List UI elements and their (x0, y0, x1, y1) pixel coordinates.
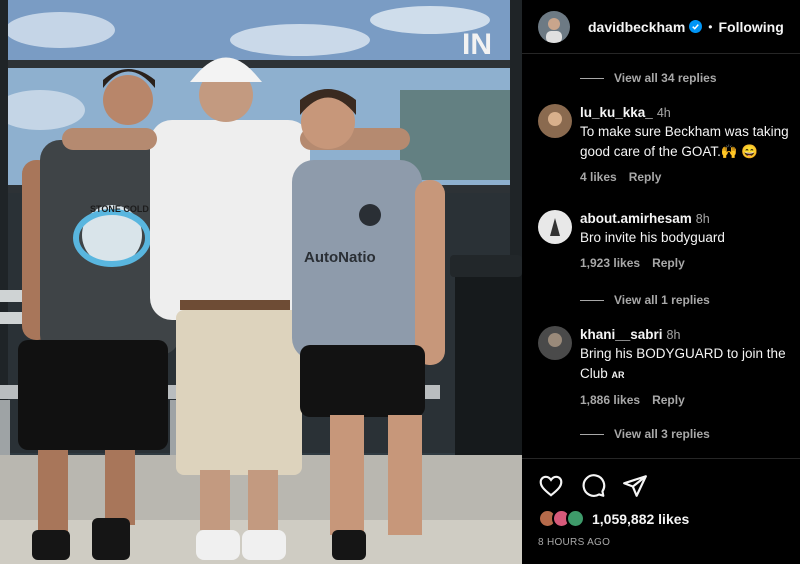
author-avatar[interactable] (538, 10, 570, 43)
commenter-username[interactable]: about.amirhesam (580, 211, 692, 226)
view-replies-button[interactable]: View all 3 replies (580, 427, 710, 441)
commenter-username[interactable]: lu_ku_kka_ (580, 105, 653, 120)
shirt-brand: AutoNatio (304, 249, 376, 266)
comment-time: 8h (695, 212, 710, 226)
comments-panel: davidbeckham • Following View all 34 rep… (522, 0, 800, 564)
post-header: davidbeckham • Following (522, 0, 800, 54)
commenter-username[interactable]: khani__sabri (580, 327, 663, 342)
reply-button[interactable]: Reply (652, 393, 685, 407)
commenter-avatar[interactable] (538, 210, 572, 244)
commenter-avatar[interactable] (538, 104, 572, 138)
language-tag: AR (611, 370, 625, 380)
view-replies-label: View all 3 replies (614, 427, 710, 441)
comment-icon[interactable] (580, 473, 606, 499)
following-button[interactable]: Following (718, 19, 783, 35)
post-photo[interactable]: IN STONE COLD AutoNatio (0, 0, 522, 564)
view-replies-button[interactable]: View all 1 replies (580, 293, 710, 307)
replies-divider-line (580, 433, 604, 435)
reply-button[interactable]: Reply (629, 170, 662, 184)
view-replies-label: View all 1 replies (614, 293, 710, 307)
replies-divider-line (580, 77, 604, 79)
comment-likes[interactable]: 1,923 likes (580, 256, 640, 270)
post-actions: 1,059,882 likes 8 HOURS AGO (522, 458, 800, 564)
replies-divider-line (580, 299, 604, 301)
comment-text: Bro invite his bodyguard (580, 230, 725, 245)
likes-count[interactable]: 1,059,882 likes (592, 511, 689, 527)
likes-summary[interactable]: 1,059,882 likes (538, 509, 689, 528)
liker-avatar (566, 509, 585, 528)
share-icon[interactable] (622, 473, 648, 499)
header-separator: • (708, 19, 713, 34)
comment-likes[interactable]: 4 likes (580, 170, 617, 184)
comment-time: 4h (656, 106, 671, 120)
comment-text: To make sure Beckham was taking good car… (580, 124, 789, 159)
comment-item: khani__sabri 8h Bring his BODYGUARD to jo… (538, 326, 800, 416)
post-timestamp: 8 HOURS AGO (538, 537, 611, 548)
view-replies-button[interactable]: View all 34 replies (580, 71, 717, 85)
reply-button[interactable]: Reply (652, 256, 685, 270)
comment-item: about.amirhesam 8h Bro invite his bodygua… (538, 210, 800, 280)
verified-badge-icon (689, 20, 703, 33)
comment-likes[interactable]: 1,886 likes (580, 393, 640, 407)
comment-item: lu_ku_kka_ 4h To make sure Beckham was ta… (538, 104, 800, 194)
heart-icon[interactable] (538, 473, 564, 499)
comment-time: 8h (666, 328, 681, 342)
author-username[interactable]: davidbeckham (588, 19, 685, 35)
tank-print: STONE COLD (90, 204, 149, 214)
window-lettering: IN (462, 28, 492, 61)
view-replies-label: View all 34 replies (614, 71, 717, 85)
commenter-avatar[interactable] (538, 326, 572, 360)
